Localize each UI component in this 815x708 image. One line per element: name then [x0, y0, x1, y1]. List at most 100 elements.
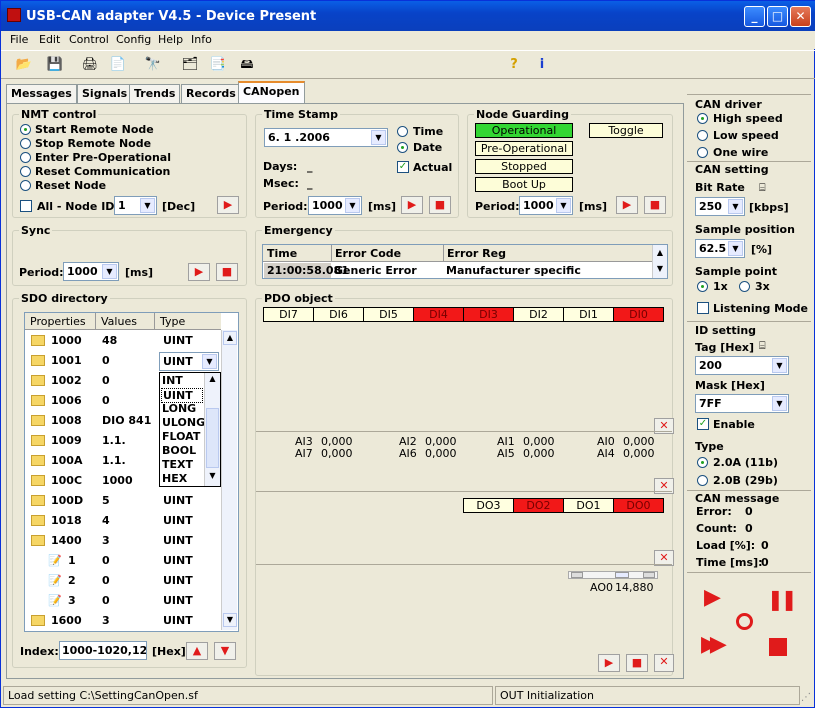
type-2b-radio[interactable] — [697, 475, 708, 486]
nmt-all-checkbox[interactable] — [20, 200, 32, 212]
nmt-radio-reset-comm[interactable] — [20, 166, 31, 177]
tree-row[interactable]: 📝 1 0 UINT — [26, 551, 226, 571]
tab-records[interactable]: Records — [181, 84, 241, 103]
pdo-play-button[interactable]: ▶ — [598, 654, 620, 672]
binoculars-icon[interactable]: 🔭 — [142, 55, 164, 75]
sdo-read-button[interactable]: ▲ — [186, 642, 208, 660]
driver-radio-onewire[interactable] — [697, 147, 708, 158]
pdo-remove-button[interactable]: ✕ — [654, 654, 674, 672]
ts-stop-button[interactable]: ■ — [429, 196, 451, 214]
menu-edit[interactable]: Edit — [39, 33, 60, 46]
type-dropdown-list[interactable]: INT UINT LONG ULONG FLOAT BOOL TEXT HEX … — [159, 372, 221, 487]
export-icon[interactable]: 📄 — [107, 55, 129, 75]
print-icon[interactable]: 🖨 — [79, 55, 101, 75]
scroll-down-icon[interactable]: ▼ — [205, 471, 220, 485]
tree-row[interactable]: 1600 3 UINT — [26, 611, 226, 631]
actual-checkbox[interactable]: ✓ — [397, 161, 409, 173]
date-picker[interactable]: 6. 1 .2006 ▼ — [264, 128, 388, 147]
nmt-radio-reset-node[interactable] — [20, 180, 31, 191]
slider-right-arrow[interactable] — [643, 572, 655, 578]
enable-checkbox[interactable]: ✓ — [697, 418, 709, 430]
calculator-icon[interactable]: ⌸ — [759, 181, 766, 195]
tab-signals[interactable]: Signals — [77, 84, 133, 103]
sdo-header-type[interactable]: Type — [155, 313, 221, 330]
tree-row[interactable]: 1018 4 UINT — [26, 511, 226, 531]
play-icon[interactable]: ▶ — [704, 587, 721, 609]
emergency-scrollbar[interactable]: ▲ ▼ — [652, 245, 667, 278]
tree-icon[interactable]: 🗂 — [179, 55, 201, 75]
record-icon[interactable] — [736, 613, 753, 630]
nmt-radio-stop[interactable] — [20, 138, 31, 149]
driver-radio-high[interactable] — [697, 113, 708, 124]
tree-row[interactable]: 100D 5 UINT — [26, 491, 226, 511]
close-button[interactable]: ✕ — [790, 6, 811, 27]
bitrate-select[interactable]: 250 ▼ — [695, 197, 745, 216]
nmt-radio-start[interactable] — [20, 124, 31, 135]
ts-play-button[interactable]: ▶ — [401, 196, 423, 214]
tab-canopen[interactable]: CANopen — [238, 81, 305, 104]
info-icon[interactable]: i — [531, 55, 553, 75]
sdo-header-properties[interactable]: Properties — [25, 313, 96, 330]
sync-stop-button[interactable]: ■ — [216, 263, 238, 281]
tree-row[interactable]: 📝 2 0 UINT — [26, 571, 226, 591]
fast-forward-icon[interactable]: ▶▶ — [701, 634, 727, 656]
menu-config[interactable]: Config — [116, 33, 151, 46]
type-option[interactable]: BOOL — [162, 444, 196, 457]
stop-icon[interactable] — [769, 638, 787, 656]
type-option[interactable]: INT — [162, 374, 183, 387]
timestamp-radio-time[interactable] — [397, 126, 408, 137]
tab-messages[interactable]: Messages — [6, 84, 77, 103]
menu-control[interactable]: Control — [69, 33, 109, 46]
type-select[interactable]: UINT ▼ — [159, 352, 219, 371]
type-option[interactable]: FLOAT — [162, 430, 200, 443]
ng-stop-button[interactable]: ■ — [644, 196, 666, 214]
node-id-select[interactable]: 1 ▼ — [114, 196, 157, 215]
type-option-selected[interactable]: UINT — [161, 388, 203, 403]
nmt-send-button[interactable]: ▶ — [217, 196, 239, 214]
maximize-button[interactable]: □ — [767, 6, 788, 27]
sdo-header-values[interactable]: Values — [96, 313, 155, 330]
scroll-up-icon[interactable]: ▲ — [205, 374, 220, 388]
pause-icon[interactable]: ❚❚ — [767, 588, 797, 610]
sample-point-3x-radio[interactable] — [739, 281, 750, 292]
tab-trends[interactable]: Trends — [129, 84, 181, 103]
slider-thumb[interactable] — [615, 572, 629, 578]
emergency-header-code[interactable]: Error Code — [332, 245, 444, 262]
tree-row[interactable]: 📝 3 0 UINT — [26, 591, 226, 611]
open-folder-icon[interactable]: 📂 — [13, 55, 35, 75]
ng-play-button[interactable]: ▶ — [616, 196, 638, 214]
pdo-stop-button[interactable]: ■ — [626, 654, 648, 672]
index-input[interactable]: 1000-1020,1200- — [59, 641, 147, 660]
nmt-radio-preop[interactable] — [20, 152, 31, 163]
dropdown-scrollbar[interactable]: ▲ ▼ — [204, 373, 220, 486]
mask-select[interactable]: 7FF ▼ — [695, 394, 789, 413]
scroll-thumb[interactable] — [206, 408, 219, 468]
type-option[interactable]: LONG — [162, 402, 196, 415]
menu-info[interactable]: Info — [191, 33, 212, 46]
listening-mode-checkbox[interactable] — [697, 302, 709, 314]
calculator-icon[interactable]: ⌸ — [759, 339, 766, 353]
emergency-header-time[interactable]: Time — [263, 245, 332, 262]
menu-help[interactable]: Help — [158, 33, 183, 46]
ts-period-select[interactable]: 1000 ▼ — [308, 196, 362, 215]
type-2a-radio[interactable] — [697, 457, 708, 468]
sync-play-button[interactable]: ▶ — [188, 263, 210, 281]
minimize-button[interactable]: _ — [744, 6, 765, 27]
settings-disk-icon[interactable]: 🖴 — [236, 55, 258, 75]
sample-point-1x-radio[interactable] — [697, 281, 708, 292]
copy-icon[interactable]: 📑 — [207, 55, 229, 75]
emergency-header-reg[interactable]: Error Reg — [444, 245, 652, 262]
tree-row[interactable]: 1000 48 UINT — [26, 331, 226, 351]
ng-period-select[interactable]: 1000 ▼ — [519, 196, 573, 215]
tree-row[interactable]: 1400 3 UINT — [26, 531, 226, 551]
type-option[interactable]: ULONG — [162, 416, 205, 429]
save-icon[interactable]: 💾 — [44, 55, 66, 75]
type-option[interactable]: TEXT — [162, 458, 193, 471]
tag-select[interactable]: 200 ▼ — [695, 356, 789, 375]
sample-position-select[interactable]: 62.5 ▼ — [695, 239, 745, 258]
timestamp-radio-date[interactable] — [397, 142, 408, 153]
emergency-table[interactable]: Time Error Code Error Reg 21:00:58.081 G… — [262, 244, 668, 279]
help-icon[interactable]: ? — [503, 55, 525, 75]
driver-radio-low[interactable] — [697, 130, 708, 141]
slider-left-arrow[interactable] — [571, 572, 583, 578]
